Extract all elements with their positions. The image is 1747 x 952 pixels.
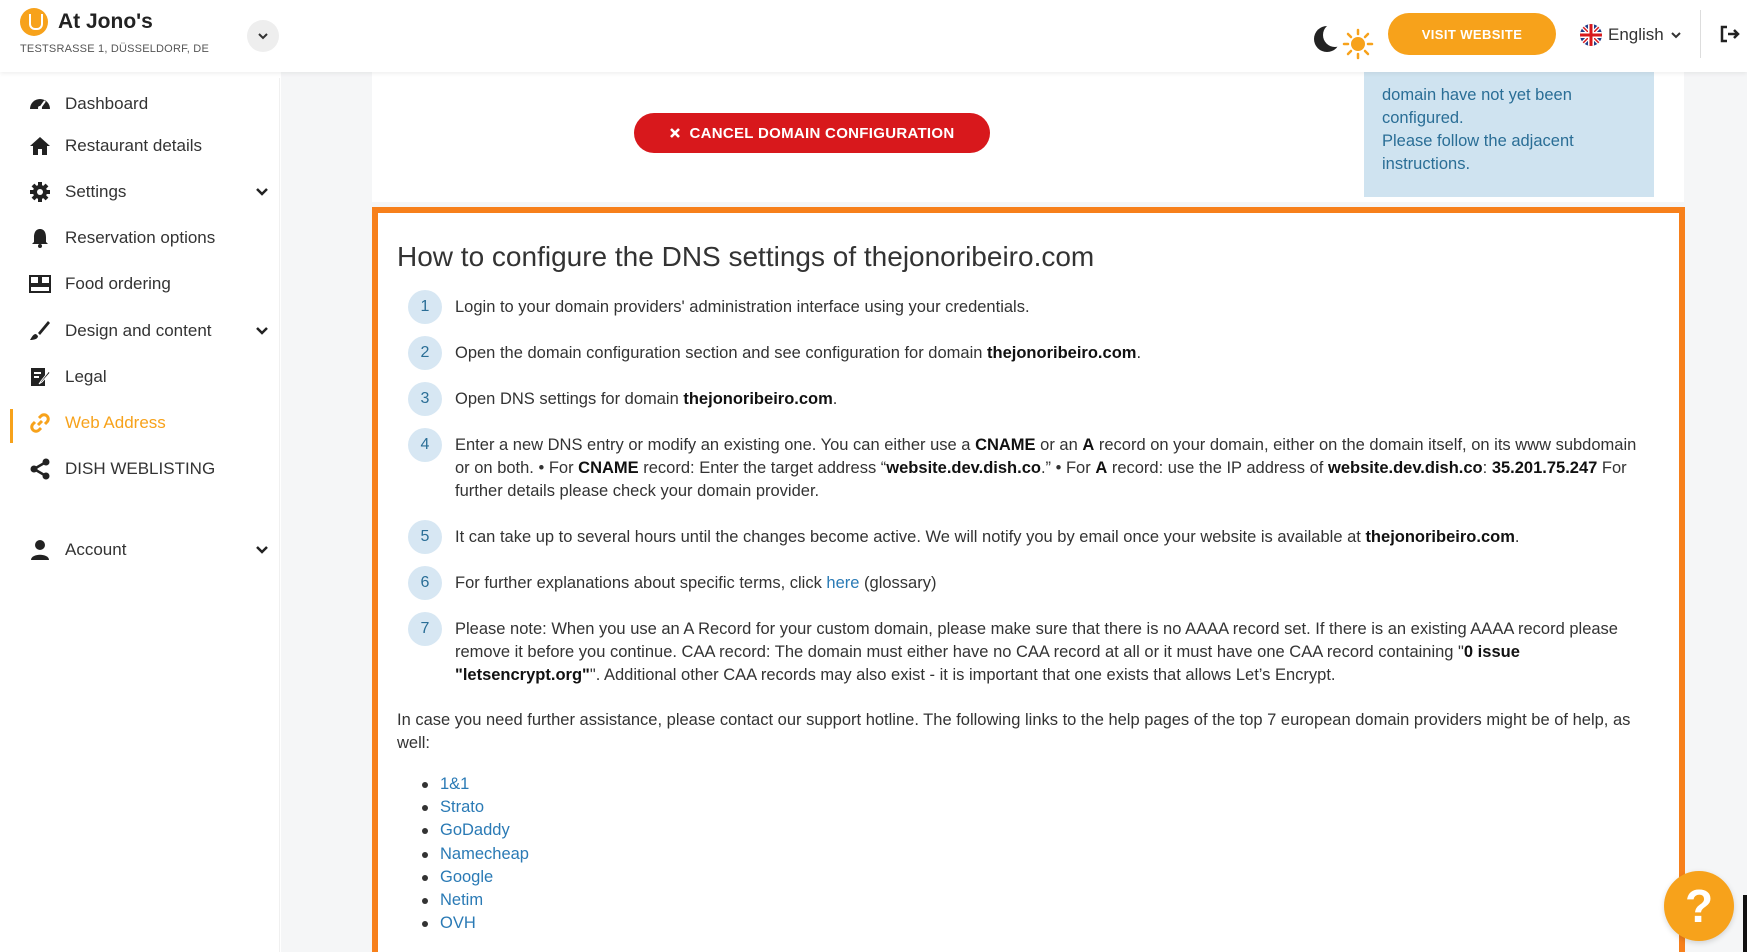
sidebar-item-account[interactable]: Account xyxy=(10,530,280,570)
dashboard-icon xyxy=(30,99,50,110)
moon-icon xyxy=(1314,23,1347,52)
info-line: instructions. xyxy=(1382,155,1471,173)
sidebar-item-label: Restaurant details xyxy=(65,136,203,155)
header-divider xyxy=(1700,10,1701,58)
food-ordering-icon xyxy=(29,275,51,293)
sidebar-item-restaurant-details[interactable]: Restaurant details xyxy=(10,126,280,166)
restaurant-logo-icon xyxy=(20,8,48,36)
home-icon xyxy=(30,137,50,155)
visit-website-button[interactable]: VISIT WEBSITE xyxy=(1388,13,1556,55)
restaurant-switcher-button[interactable] xyxy=(247,20,279,52)
top-header: At Jono's TESTSRASSE 1, DÜSSELDORF, DE V… xyxy=(0,0,1747,72)
brush-icon xyxy=(30,321,50,340)
step-text: Login to your domain providers' administ… xyxy=(455,298,1030,316)
step-text: Open the domain configuration section an… xyxy=(455,344,1142,362)
legal-icon xyxy=(31,368,51,386)
step-number: 6 xyxy=(408,566,442,600)
step-number: 2 xyxy=(408,336,442,370)
info-line: domain have not yet been xyxy=(1382,86,1572,104)
step-text: Open DNS settings for domain thejonoribe… xyxy=(455,390,838,408)
step-text: For further explanations about specific … xyxy=(455,574,937,592)
sidebar-item-label: Web Address xyxy=(65,413,166,432)
provider-link[interactable]: Netim xyxy=(422,889,529,912)
help-button[interactable]: ? xyxy=(1664,871,1734,941)
sidebar-item-dashboard[interactable]: Dashboard xyxy=(10,84,280,124)
sun-icon xyxy=(1342,28,1374,60)
sidebar-item-label: Dashboard xyxy=(65,94,149,113)
restaurant-name: At Jono's xyxy=(58,10,153,33)
chevron-down-icon xyxy=(256,327,268,335)
step-number: 5 xyxy=(408,520,442,554)
logout-icon[interactable] xyxy=(1718,22,1742,46)
language-selector[interactable]: English xyxy=(1580,22,1682,48)
share-icon xyxy=(30,458,50,480)
bell-icon xyxy=(32,229,48,248)
sidebar-item-settings[interactable]: Settings xyxy=(10,172,280,212)
provider-link[interactable]: 1&1 xyxy=(422,773,529,796)
link-icon xyxy=(30,413,50,433)
sidebar-item-food-ordering[interactable]: Food ordering xyxy=(10,264,280,304)
step-number: 1 xyxy=(408,290,442,324)
window-edge xyxy=(1743,895,1747,952)
step-text: It can take up to several hours until th… xyxy=(455,528,1520,546)
cancel-button-label: CANCEL DOMAIN CONFIGURATION xyxy=(689,124,955,142)
provider-link[interactable]: OVH xyxy=(422,912,529,935)
gear-icon xyxy=(30,182,50,202)
provider-link[interactable]: GoDaddy xyxy=(422,819,529,842)
close-icon xyxy=(670,128,681,138)
domain-provider-list: 1&1 Strato GoDaddy Namecheap Google Neti… xyxy=(422,773,529,935)
theme-toggle[interactable] xyxy=(1310,20,1380,60)
uk-flag-icon xyxy=(1580,24,1602,46)
sidebar-item-label: Reservation options xyxy=(65,228,216,247)
sidebar-item-label: Food ordering xyxy=(65,274,171,293)
sidebar-item-label: DISH WEBLISTING xyxy=(65,459,216,478)
sidebar-item-design-and-content[interactable]: Design and content xyxy=(10,311,280,351)
sidebar-nav: Dashboard Restaurant details Settings Re… xyxy=(10,78,280,952)
sidebar-item-web-address[interactable]: Web Address xyxy=(10,403,280,443)
sidebar-item-dish-weblisting[interactable]: DISH WEBLISTING xyxy=(10,449,280,489)
chevron-down-icon xyxy=(258,33,268,40)
domain-status-info-box: domain have not yet been configured. Ple… xyxy=(1364,72,1654,197)
dns-instructions-title: How to configure the DNS settings of the… xyxy=(397,241,1095,272)
sidebar-item-reservation-options[interactable]: Reservation options xyxy=(10,218,280,258)
sidebar-item-label: Settings xyxy=(65,182,127,201)
language-label: English xyxy=(1608,25,1664,44)
step-number: 3 xyxy=(408,382,442,416)
restaurant-address: TESTSRASSE 1, DÜSSELDORF, DE xyxy=(20,43,209,55)
info-line: configured. xyxy=(1382,109,1464,127)
step-number: 7 xyxy=(408,612,442,646)
chevron-down-icon xyxy=(256,188,268,196)
assistance-text: In case you need further assistance, ple… xyxy=(397,711,1631,752)
chevron-down-icon xyxy=(256,546,268,554)
cancel-domain-configuration-button[interactable]: CANCEL DOMAIN CONFIGURATION xyxy=(634,113,990,153)
provider-link[interactable]: Namecheap xyxy=(422,843,529,866)
step-text: Enter a new DNS entry or modify an exist… xyxy=(455,436,1637,500)
user-icon xyxy=(31,540,49,560)
chevron-down-icon xyxy=(1671,32,1681,39)
sidebar-item-label: Design and content xyxy=(65,321,212,340)
step-number: 4 xyxy=(408,428,442,462)
sidebar-item-label: Legal xyxy=(65,367,107,386)
provider-link[interactable]: Strato xyxy=(422,796,529,819)
provider-link[interactable]: Google xyxy=(422,866,529,889)
step-text: Please note: When you use an A Record fo… xyxy=(455,620,1618,684)
dns-instructions-card: How to configure the DNS settings of the… xyxy=(372,207,1685,952)
sidebar-item-legal[interactable]: Legal xyxy=(10,357,280,397)
glossary-link[interactable]: here xyxy=(826,574,859,592)
info-line: Please follow the adjacent xyxy=(1382,132,1574,150)
sidebar-item-label: Account xyxy=(65,540,127,559)
